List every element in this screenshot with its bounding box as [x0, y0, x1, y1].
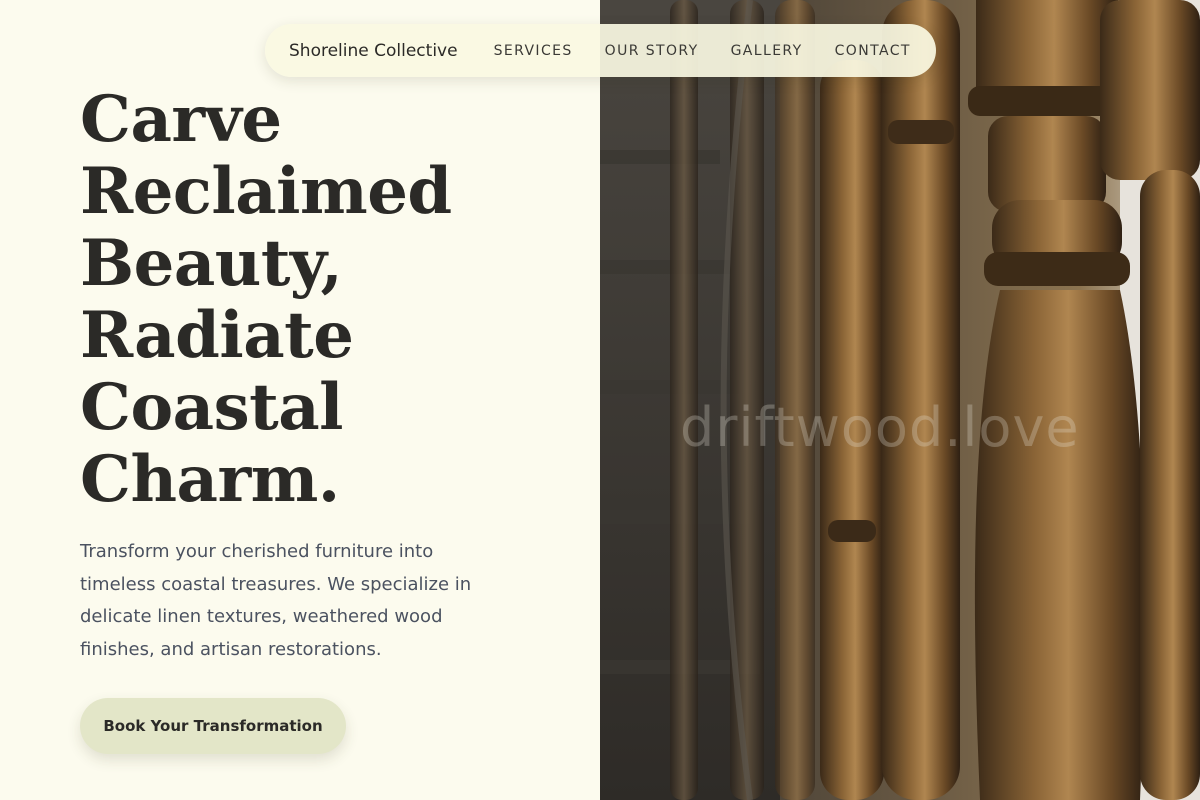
hero-headline: Carve Reclaimed Beauty, Radiate Coastal …	[80, 84, 580, 516]
nav-link-services[interactable]: SERVICES	[494, 43, 573, 59]
headline-line: Beauty,	[80, 226, 343, 301]
top-navigation: Shoreline Collective SERVICES OUR STORY …	[265, 24, 936, 77]
headline-line: Reclaimed	[80, 154, 452, 229]
nav-link-gallery[interactable]: GALLERY	[731, 43, 803, 59]
hero-photo: driftwood.love	[600, 0, 1200, 800]
nav-link-contact[interactable]: CONTACT	[835, 43, 911, 59]
hero-subcopy: Transform your cherished furniture into …	[80, 541, 472, 661]
headline-line: Radiate	[80, 298, 354, 373]
nav-link-our-story[interactable]: OUR STORY	[605, 43, 699, 59]
headline-line: Charm.	[80, 442, 340, 517]
watermark-text: driftwood.love	[680, 396, 1080, 459]
book-transformation-button[interactable]: Book Your Transformation	[80, 698, 346, 754]
brand-logo[interactable]: Shoreline Collective	[289, 41, 458, 61]
hero-section: Carve Reclaimed Beauty, Radiate Coastal …	[0, 0, 600, 800]
headline-line: Coastal	[80, 370, 343, 445]
headline-line: Carve	[80, 82, 282, 157]
